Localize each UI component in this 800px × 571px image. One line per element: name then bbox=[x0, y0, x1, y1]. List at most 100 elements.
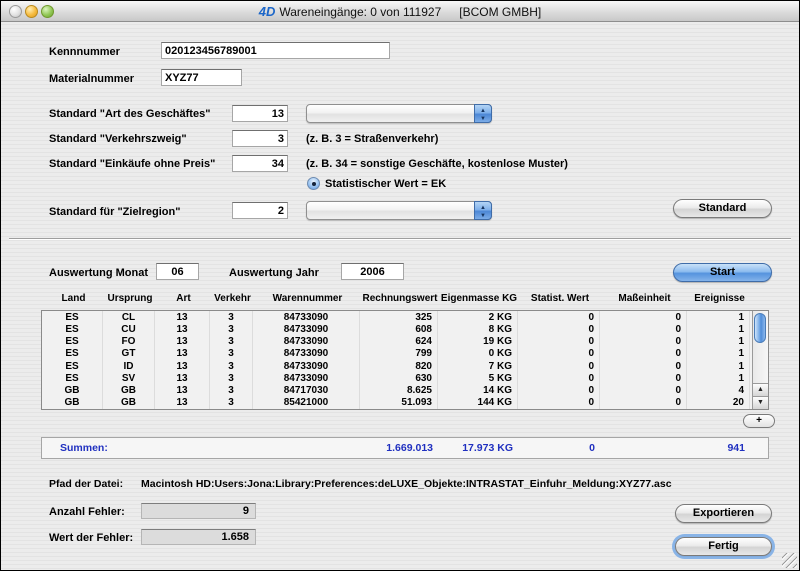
window-title-main: Wareneingänge: 0 von 111927 bbox=[279, 5, 442, 19]
summen-ereignisse: 941 bbox=[727, 442, 745, 454]
kennnummer-input[interactable] bbox=[161, 42, 390, 59]
table-cell: 5 KG bbox=[438, 372, 518, 385]
anzahl-fehler-field: 9 bbox=[141, 503, 256, 519]
table-row[interactable]: GB GB 13 3 85421000 51.093 144 KG 0 0 20 bbox=[42, 396, 752, 409]
table-cell: ES bbox=[42, 335, 103, 348]
table-cell: 0 bbox=[600, 396, 687, 409]
table-cell: ES bbox=[42, 311, 103, 324]
table-cell: 3 bbox=[210, 335, 253, 348]
column-header: Art bbox=[176, 293, 191, 304]
vertical-scrollbar[interactable]: ▲ ▼ bbox=[752, 311, 768, 409]
table-cell: 1 bbox=[687, 347, 750, 360]
column-header: Ereignisse bbox=[694, 293, 745, 304]
results-list: ES CL 13 3 84733090 325 2 KG 0 0 1 ES CU 13 3 84733090… bbox=[41, 310, 769, 410]
zielregion-input[interactable] bbox=[232, 202, 288, 219]
table-cell: 1 bbox=[687, 323, 750, 336]
statistischer-wert-radio[interactable] bbox=[307, 177, 320, 190]
anzahl-fehler-label: Anzahl Fehler: bbox=[49, 506, 125, 518]
table-cell: 1 bbox=[687, 360, 750, 373]
table-row[interactable]: ES FO 13 3 84733090 624 19 KG 0 0 1 bbox=[42, 335, 752, 348]
materialnummer-input[interactable] bbox=[161, 69, 242, 86]
column-header: Eigenmasse KG bbox=[440, 293, 518, 304]
window-title-suffix: [BCOM GMBH] bbox=[459, 5, 542, 19]
table-cell: 85421000 bbox=[253, 396, 360, 409]
table-cell: 0 bbox=[518, 347, 600, 360]
table-cell: GB bbox=[42, 396, 103, 409]
table-cell: 14 KG bbox=[438, 384, 518, 397]
table-cell: 4 bbox=[687, 384, 750, 397]
kennnummer-label: Kennnummer bbox=[49, 46, 120, 58]
start-button[interactable]: Start bbox=[673, 263, 772, 282]
column-header: Ursprung bbox=[107, 293, 153, 304]
table-cell: GT bbox=[103, 347, 155, 360]
verkehrszweig-hint: (z. B. 3 = Straßenverkehr) bbox=[306, 133, 439, 145]
table-cell: 325 bbox=[360, 311, 438, 324]
table-cell: 0 bbox=[600, 311, 687, 324]
table-cell: 0 bbox=[518, 360, 600, 373]
wert-der-fehler-field: 1.658 bbox=[141, 529, 256, 545]
table-cell: 144 KG bbox=[438, 396, 518, 409]
table-cell: 13 bbox=[155, 372, 210, 385]
table-cell: 0 bbox=[518, 384, 600, 397]
art-des-geschaeftes-popup[interactable]: ▲ ▼ bbox=[306, 104, 492, 123]
table-cell: 0 bbox=[518, 335, 600, 348]
summen-rechnungswert: 1.669.013 bbox=[386, 442, 433, 454]
table-row[interactable]: ES CU 13 3 84733090 608 8 KG 0 0 1 bbox=[42, 323, 752, 336]
summen-label: Summen: bbox=[60, 442, 108, 454]
fertig-button[interactable]: Fertig bbox=[675, 537, 772, 556]
standard-button[interactable]: Standard bbox=[673, 199, 772, 218]
table-cell: 3 bbox=[210, 396, 253, 409]
table-cell: 0 KG bbox=[438, 347, 518, 360]
exportieren-button[interactable]: Exportieren bbox=[675, 504, 772, 523]
wert-der-fehler-label: Wert der Fehler: bbox=[49, 532, 134, 544]
pfad-value: Macintosh HD:Users:Jona:Library:Preferen… bbox=[141, 478, 672, 490]
table-header-row: Land Ursprung Art Verkehr Warennummer Re… bbox=[43, 293, 751, 304]
resize-grip[interactable] bbox=[782, 553, 797, 568]
table-cell: 84733090 bbox=[253, 311, 360, 324]
table-cell: 3 bbox=[210, 360, 253, 373]
table-cell: 0 bbox=[518, 311, 600, 324]
einkaeufe-ohne-preis-hint: (z. B. 34 = sonstige Geschäfte, kostenlo… bbox=[306, 158, 568, 170]
table-cell: 630 bbox=[360, 372, 438, 385]
table-cell: 1 bbox=[687, 335, 750, 348]
pfad-label: Pfad der Datei: bbox=[49, 478, 124, 490]
table-cell: 0 bbox=[600, 360, 687, 373]
table-cell: 13 bbox=[155, 396, 210, 409]
table-cell: 7 KG bbox=[438, 360, 518, 373]
scrollbar-thumb[interactable] bbox=[754, 313, 766, 343]
table-row[interactable]: ES SV 13 3 84733090 630 5 KG 0 0 1 bbox=[42, 372, 752, 385]
verkehrszweig-input[interactable] bbox=[232, 130, 288, 147]
auswertung-jahr-label: Auswertung Jahr bbox=[229, 267, 319, 279]
table-row[interactable]: ES GT 13 3 84733090 799 0 KG 0 0 1 bbox=[42, 347, 752, 360]
window-title: 4D Wareneingänge: 0 von 111927 [BCOM GMBH] bbox=[1, 1, 799, 22]
table-cell: 624 bbox=[360, 335, 438, 348]
add-row-button[interactable]: + bbox=[743, 414, 775, 428]
column-header: Land bbox=[61, 293, 86, 304]
art-des-geschaeftes-input[interactable] bbox=[232, 105, 288, 122]
table-cell: 84733090 bbox=[253, 372, 360, 385]
titlebar: 4D Wareneingänge: 0 von 111927 [BCOM GMBH] bbox=[1, 1, 799, 22]
table-cell: 13 bbox=[155, 335, 210, 348]
table-cell: 8.625 bbox=[360, 384, 438, 397]
einkaeufe-ohne-preis-input[interactable] bbox=[232, 155, 288, 172]
table-cell: 0 bbox=[600, 335, 687, 348]
app-window: 4D Wareneingänge: 0 von 111927 [BCOM GMBH]… bbox=[0, 0, 800, 571]
table-row[interactable]: ES ID 13 3 84733090 820 7 KG 0 0 1 bbox=[42, 360, 752, 373]
table-row[interactable]: ES CL 13 3 84733090 325 2 KG 0 0 1 bbox=[42, 311, 752, 324]
table-cell: 820 bbox=[360, 360, 438, 373]
table-cell: 13 bbox=[155, 384, 210, 397]
auswertung-jahr-input[interactable] bbox=[341, 263, 404, 280]
auswertung-monat-input[interactable] bbox=[156, 263, 199, 280]
scroll-up-icon[interactable]: ▲ bbox=[753, 383, 768, 396]
table-cell: CL bbox=[103, 311, 155, 324]
scroll-down-icon[interactable]: ▼ bbox=[753, 396, 768, 409]
table-cell: SV bbox=[103, 372, 155, 385]
table-body: ES CL 13 3 84733090 325 2 KG 0 0 1 ES CU 13 3 84733090… bbox=[42, 311, 752, 409]
table-cell: GB bbox=[103, 384, 155, 397]
statistischer-wert-radio-label: Statistischer Wert = EK bbox=[325, 178, 447, 190]
materialnummer-label: Materialnummer bbox=[49, 73, 134, 85]
table-row[interactable]: GB GB 13 3 84717030 8.625 14 KG 0 0 4 bbox=[42, 384, 752, 397]
art-des-geschaeftes-label: Standard "Art des Geschäftes" bbox=[49, 108, 211, 120]
zielregion-popup[interactable]: ▲ ▼ bbox=[306, 201, 492, 220]
table-cell: 84717030 bbox=[253, 384, 360, 397]
